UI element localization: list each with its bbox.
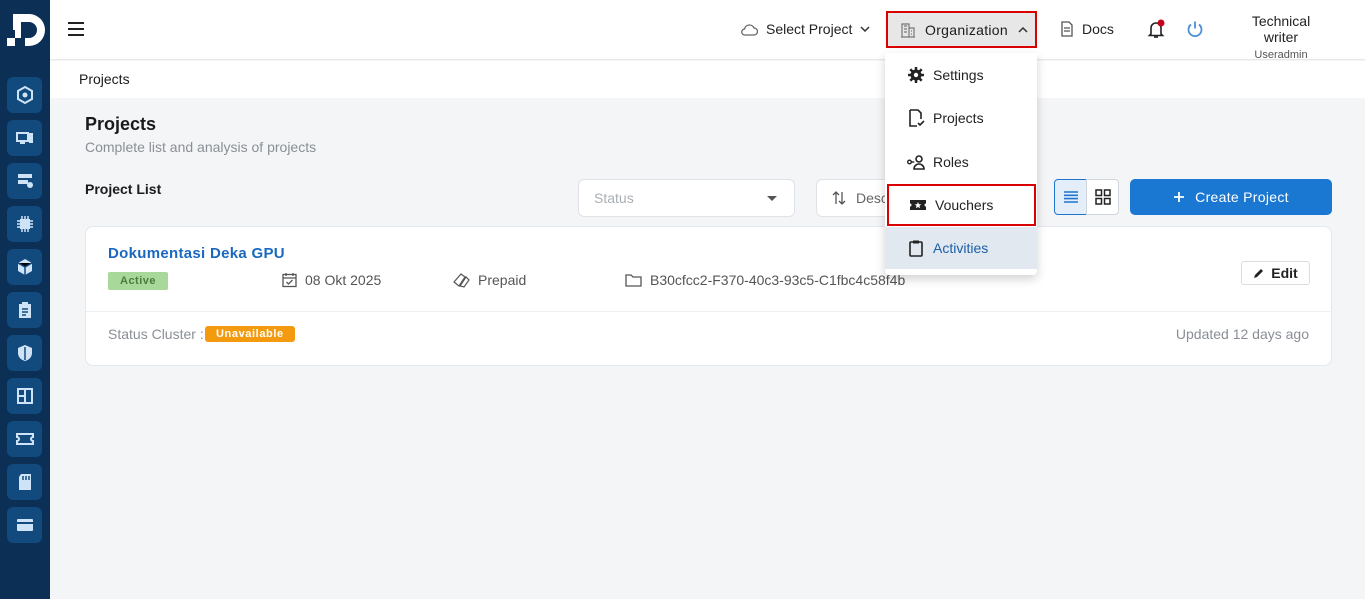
- menu-item-label: Vouchers: [935, 197, 994, 213]
- user-name: Technical writer: [1251, 13, 1311, 45]
- create-project-label: Create Project: [1195, 189, 1289, 205]
- sidebar-kubernetes-icon[interactable]: [7, 77, 42, 113]
- sidebar-sdcard-icon[interactable]: [7, 464, 42, 500]
- page-title: Projects: [85, 114, 157, 134]
- organization-label: Organization: [925, 21, 1008, 38]
- card-divider: [86, 311, 1333, 312]
- notifications-button[interactable]: [1146, 0, 1174, 58]
- clipboard-icon: [909, 240, 923, 257]
- menu-item-label: Roles: [933, 154, 969, 170]
- status-filter-select[interactable]: Status: [578, 179, 795, 217]
- grid-icon: [1094, 189, 1111, 205]
- hamburger-menu-icon[interactable]: [66, 19, 86, 39]
- project-date: 08 Okt 2025: [282, 272, 381, 288]
- caret-down-icon: [767, 196, 777, 201]
- sidebar-clipboard-icon[interactable]: [7, 292, 42, 328]
- edit-label: Edit: [1271, 265, 1298, 281]
- sort-label: Desc: [856, 190, 888, 206]
- cluster-status-badge: Unavailable: [205, 326, 295, 342]
- document-check-icon: [909, 109, 925, 127]
- gear-icon: [908, 67, 924, 83]
- menu-item-label: Projects: [933, 110, 984, 126]
- sidebar-card-icon[interactable]: [7, 507, 42, 543]
- updated-text: Updated 12 days ago: [1175, 326, 1309, 342]
- bell-icon: [1147, 19, 1165, 38]
- edit-button[interactable]: Edit: [1241, 261, 1310, 285]
- create-project-button[interactable]: Create Project: [1130, 179, 1332, 215]
- status-badge: Active: [108, 272, 169, 290]
- status-cluster-label: Status Cluster :: [108, 326, 204, 342]
- project-billing-text: Prepaid: [478, 272, 527, 288]
- plus-icon: [1174, 192, 1185, 202]
- user-role: Useradmin: [1254, 49, 1308, 61]
- sidebar: [0, 0, 50, 599]
- sidebar-storage-icon[interactable]: [7, 163, 42, 199]
- menu-item-roles[interactable]: Roles: [885, 141, 1037, 183]
- chevron-up-icon: [1018, 26, 1028, 33]
- breadcrumb: Projects: [50, 61, 1365, 98]
- document-icon: [1061, 21, 1073, 37]
- list-view-button[interactable]: [1054, 179, 1087, 215]
- project-billing: Prepaid: [452, 272, 526, 288]
- page-subtitle: Complete list and analysis of projects: [85, 139, 317, 155]
- sidebar-box-icon[interactable]: [7, 249, 42, 285]
- select-project-label: Select Project: [766, 21, 853, 37]
- docs-label: Docs: [1082, 21, 1114, 37]
- building-icon: [901, 22, 915, 38]
- grid-view-button[interactable]: [1086, 179, 1119, 215]
- organization-dropdown-menu: Settings Projects Roles Vouchers Activit…: [885, 53, 1037, 275]
- brand-logo-icon[interactable]: [5, 12, 45, 50]
- menu-item-activities[interactable]: Activities: [885, 227, 1037, 269]
- menu-item-settings[interactable]: Settings: [885, 54, 1037, 96]
- logout-button[interactable]: [1186, 0, 1212, 58]
- pencil-icon: [1254, 269, 1264, 278]
- top-bar: Select Project Organization Docs Technic…: [50, 0, 1365, 61]
- menu-item-vouchers[interactable]: Vouchers: [887, 184, 1036, 226]
- calendar-check-icon: [282, 273, 297, 288]
- view-toggle: [1054, 179, 1119, 215]
- project-id: B30cfcc2-F370-40c3-93c5-C1fbc4c58f4b: [625, 272, 905, 288]
- organization-button[interactable]: Organization: [886, 11, 1037, 48]
- docs-button[interactable]: Docs: [1060, 0, 1114, 58]
- sidebar-shield-icon[interactable]: [7, 335, 42, 371]
- cloud-icon: [741, 24, 758, 36]
- project-name-link[interactable]: Dokumentasi Deka GPU: [108, 245, 285, 262]
- sort-icon: [832, 191, 846, 205]
- sidebar-ticket-icon[interactable]: [7, 421, 42, 457]
- sidebar-dashboard-icon[interactable]: [7, 378, 42, 414]
- sidebar-chip-icon[interactable]: [7, 206, 42, 242]
- menu-item-label: Settings: [933, 67, 984, 83]
- status-filter-placeholder: Status: [594, 190, 634, 206]
- menu-item-projects[interactable]: Projects: [885, 97, 1037, 139]
- ticket-icon: [910, 200, 926, 210]
- project-list-label: Project List: [85, 181, 162, 197]
- chevron-down-icon: [860, 26, 870, 32]
- project-date-text: 08 Okt 2025: [305, 272, 382, 288]
- tag-icon: [453, 273, 470, 288]
- select-project-button[interactable]: Select Project: [740, 0, 870, 58]
- list-icon: [1063, 191, 1078, 203]
- folder-icon: [625, 274, 642, 287]
- project-id-text: B30cfcc2-F370-40c3-93c5-C1fbc4c58f4b: [650, 272, 906, 288]
- sidebar-vm-icon[interactable]: [7, 120, 42, 156]
- breadcrumb-item-projects[interactable]: Projects: [79, 71, 130, 87]
- user-profile[interactable]: Technical writer Useradmin: [1236, 13, 1326, 61]
- project-card: Dokumentasi Deka GPU Active 08 Okt 2025 …: [85, 226, 1333, 366]
- user-key-icon: [907, 155, 925, 170]
- power-icon: [1187, 21, 1203, 38]
- menu-item-label: Activities: [933, 240, 989, 256]
- sort-select[interactable]: Desc: [816, 179, 896, 217]
